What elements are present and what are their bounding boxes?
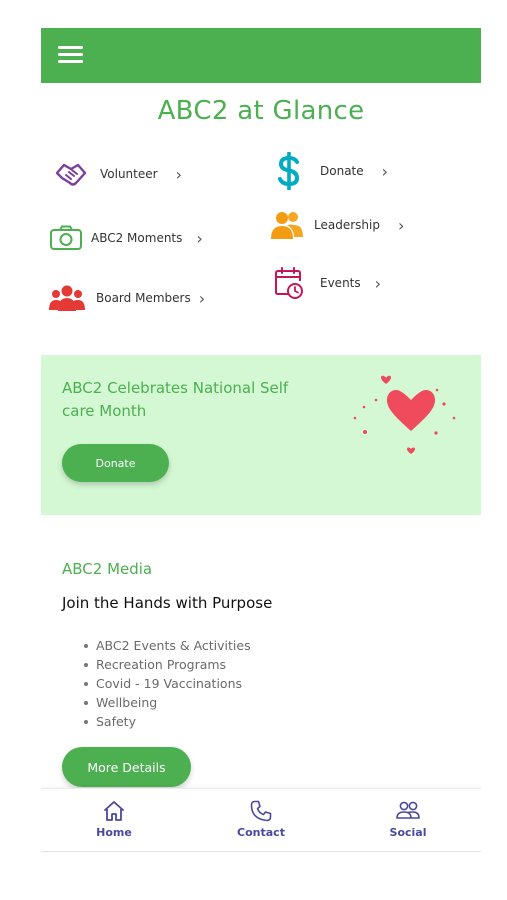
chevron-right-icon: ›: [381, 161, 389, 181]
chevron-right-icon: ›: [196, 228, 203, 248]
handshake-icon: [53, 156, 89, 192]
media-list-item: Recreation Programs: [84, 655, 251, 674]
nav-home[interactable]: Home: [69, 799, 159, 839]
hearts-illustration: [353, 375, 456, 454]
nav-contact[interactable]: Contact: [216, 799, 306, 839]
glance-events-label: Events: [320, 276, 361, 290]
glance-moments-label: ABC2 Moments: [91, 231, 183, 245]
media-list-item: Safety: [84, 712, 251, 731]
glance-donate-label: Donate: [320, 164, 364, 178]
nav-social[interactable]: Social: [363, 799, 453, 839]
calendar-clock-icon: [271, 265, 307, 301]
media-list-item: ABC2 Events & Activities: [84, 636, 251, 655]
page-title: ABC2 at Glance: [157, 96, 365, 126]
glance-moments[interactable]: ABC2 Moments ›: [48, 220, 203, 256]
glance-volunteer[interactable]: Volunteer ›: [53, 156, 182, 192]
chevron-right-icon: ›: [198, 288, 206, 308]
app-screen: ABC2 at Glance Volunteer › Donate › ABC2…: [41, 28, 481, 852]
nav-home-label: Home: [96, 826, 132, 839]
media-list: ABC2 Events & Activities Recreation Prog…: [84, 636, 251, 731]
chevron-right-icon: ›: [175, 164, 182, 184]
top-app-bar: [41, 28, 481, 83]
glance-board-members-label: Board Members: [96, 291, 191, 305]
camera-icon: [48, 220, 84, 256]
media-list-item: Covid - 19 Vaccinations: [84, 674, 251, 693]
media-kicker: ABC2 Media: [62, 560, 153, 578]
glance-donate[interactable]: Donate ›: [271, 152, 389, 190]
nav-social-label: Social: [389, 826, 427, 839]
glance-volunteer-label: Volunteer: [100, 167, 158, 181]
media-list-item: Wellbeing: [84, 693, 251, 712]
people-icon: [269, 207, 305, 243]
dollar-icon: [271, 152, 307, 190]
media-heading: Join the Hands with Purpose: [62, 594, 273, 612]
glance-leadership[interactable]: Leadership ›: [269, 207, 404, 243]
group-icon: [49, 280, 85, 316]
promo-donate-button[interactable]: Donate: [62, 444, 169, 482]
promo-banner: ABC2 Celebrates National Self care Month…: [41, 355, 481, 515]
more-details-button[interactable]: More Details: [62, 747, 191, 787]
phone-icon: [250, 800, 272, 822]
glance-events[interactable]: Events ›: [271, 265, 381, 301]
glance-leadership-label: Leadership: [314, 218, 380, 232]
promo-title: ABC2 Celebrates National Self care Month: [62, 379, 289, 420]
glance-board-members[interactable]: Board Members ›: [49, 280, 205, 316]
chevron-right-icon: ›: [374, 273, 382, 293]
people-outline-icon: [396, 801, 420, 819]
home-icon: [104, 801, 124, 821]
chevron-right-icon: ›: [397, 215, 405, 235]
hamburger-menu-icon[interactable]: [58, 45, 83, 65]
nav-contact-label: Contact: [237, 826, 285, 839]
bottom-navigation: Home Contact Social: [41, 788, 481, 852]
